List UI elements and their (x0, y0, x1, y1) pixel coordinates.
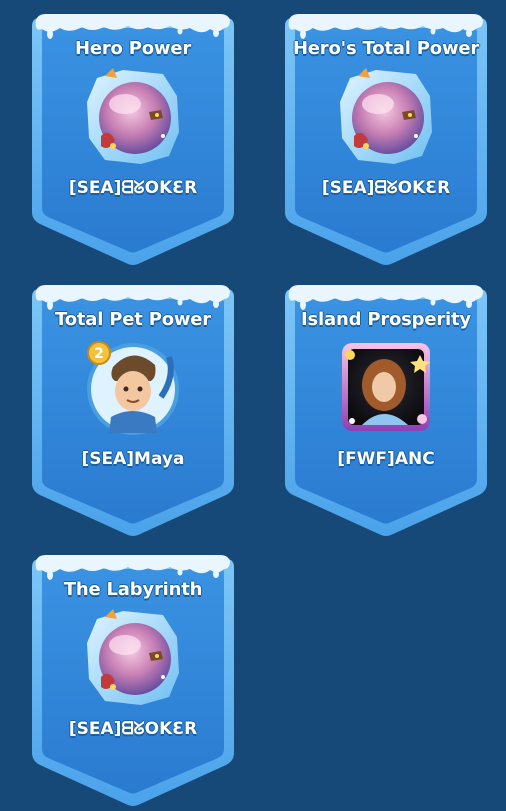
crystal-orb-avatar-icon (336, 66, 436, 166)
card-title: Island Prosperity (301, 309, 471, 330)
player-name: [SEA]ᗺᘜOKƐR (68, 178, 198, 198)
portrait-photo-avatar-icon (336, 337, 436, 437)
player-name: [SEA]Maya (81, 449, 185, 469)
player-name: [SEA]ᗺᘜOKƐR (321, 178, 451, 198)
ranking-card-total-pet-power[interactable]: Total Pet Power [SEA]Maya (30, 285, 236, 537)
hero-boy-avatar-icon (83, 337, 183, 437)
ranking-card-the-labyrinth[interactable]: The Labyrinth [SEA]ᗺᘜOKƐR (30, 555, 236, 807)
card-title: The Labyrinth (63, 579, 203, 600)
ranking-card-hero-power[interactable]: Hero Power [SEA]ᗺᘜOKƐR (30, 14, 236, 266)
card-title: Hero's Total Power (292, 38, 480, 59)
ranking-card-island-prosperity[interactable]: Island Prosperity [FWF]ANC (283, 285, 489, 537)
crystal-orb-avatar-icon (83, 607, 183, 707)
card-title: Hero Power (74, 38, 192, 59)
leaderboard-grid: Hero Power [SEA]ᗺᘜOKƐR Hero's Total Powe… (0, 0, 506, 811)
player-name: [FWF]ANC (337, 449, 435, 469)
player-name: [SEA]ᗺᘜOKƐR (68, 719, 198, 739)
crystal-orb-avatar-icon (83, 66, 183, 166)
ranking-card-heros-total-power[interactable]: Hero's Total Power [SEA]ᗺᘜOKƐR (283, 14, 489, 266)
card-title: Total Pet Power (55, 309, 211, 330)
